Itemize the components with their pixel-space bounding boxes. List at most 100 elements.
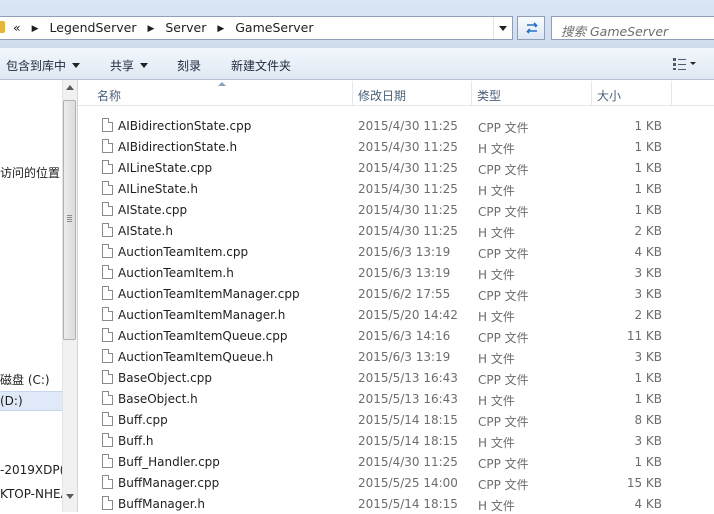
chevron-down-icon [140, 63, 149, 68]
include-in-library-button[interactable]: 包含到库中 [6, 57, 81, 74]
file-row[interactable]: AILineState.cpp 2015/4/30 11:25 CPP 文件 1 KB [78, 157, 714, 178]
nav-item-drive-d[interactable]: (D:) [0, 394, 23, 408]
file-modified-date: 2015/4/30 11:25 [358, 203, 458, 217]
file-row[interactable]: Buff_Handler.cpp 2015/4/30 11:25 CPP 文件 1 K… [78, 451, 714, 472]
file-name: AuctionTeamItemManager.h [118, 308, 286, 322]
column-divider[interactable] [352, 81, 353, 105]
file-type: CPP 文件 [478, 121, 529, 135]
file-size: 8 KB [634, 413, 662, 427]
file-size: 1 KB [634, 392, 662, 406]
file-icon [102, 244, 113, 258]
scroll-up-arrow-icon[interactable] [66, 85, 74, 90]
file-modified-date: 2015/5/13 16:43 [358, 392, 458, 406]
file-type: H 文件 [478, 352, 515, 366]
file-size: 3 KB [634, 266, 662, 280]
file-row[interactable]: AIState.h 2015/4/30 11:25 H 文件 2 KB [78, 220, 714, 241]
file-row[interactable]: BuffManager.cpp 2015/5/25 14:00 CPP 文件 15 K… [78, 472, 714, 493]
file-size: 1 KB [634, 161, 662, 175]
file-row[interactable]: BaseObject.cpp 2015/5/13 16:43 CPP 文件 1 KB [78, 367, 714, 388]
file-type: H 文件 [478, 499, 515, 513]
file-type: CPP 文件 [478, 163, 529, 177]
search-input[interactable]: 搜索 GameServer [561, 21, 668, 40]
nav-scrollbar-thumb[interactable] [63, 100, 76, 340]
address-bar[interactable]: « ▶ LegendServer ▶ Server ▶ GameServer [0, 16, 513, 40]
column-divider[interactable] [471, 81, 472, 105]
file-icon [102, 202, 113, 216]
file-type: CPP 文件 [478, 373, 529, 387]
nav-item-recent-places[interactable]: 访问的位置 [0, 164, 60, 181]
breadcrumb-item[interactable]: Server [165, 20, 206, 35]
file-name: BaseObject.cpp [118, 371, 212, 385]
file-type: CPP 文件 [478, 415, 529, 429]
file-name: AILineState.cpp [118, 161, 213, 175]
share-button[interactable]: 共享 [110, 57, 149, 74]
file-row[interactable]: AIBidirectionState.h 2015/4/30 11:25 H 文件 1… [78, 136, 714, 157]
file-size: 15 KB [626, 476, 662, 490]
file-modified-date: 2015/5/14 18:15 [358, 497, 458, 511]
breadcrumb-item[interactable]: GameServer [235, 20, 313, 35]
file-type: CPP 文件 [478, 247, 529, 261]
new-folder-button[interactable]: 新建文件夹 [231, 57, 291, 74]
breadcrumb-arrow-icon[interactable]: ▶ [147, 24, 154, 34]
file-row[interactable]: AuctionTeamItem.h 2015/6/3 13:19 H 文件 3 KB [78, 262, 714, 283]
nav-item-network-computer-2[interactable]: KTOP-NHEA [0, 487, 69, 501]
file-row[interactable]: BaseObject.h 2015/5/13 16:43 H 文件 1 KB [78, 388, 714, 409]
column-header-size[interactable]: 大小 [597, 87, 621, 104]
file-row[interactable]: AuctionTeamItemQueue.h 2015/6/3 13:19 H 文件… [78, 346, 714, 367]
file-row[interactable]: AILineState.h 2015/4/30 11:25 H 文件 1 KB [78, 178, 714, 199]
address-dropdown-button[interactable] [493, 17, 512, 39]
file-row[interactable]: AIState.cpp 2015/4/30 11:25 CPP 文件 1 KB [78, 199, 714, 220]
file-modified-date: 2015/4/30 11:25 [358, 119, 458, 133]
file-name: Buff_Handler.cpp [118, 455, 220, 469]
breadcrumb-arrow-icon[interactable]: ▶ [217, 24, 224, 34]
file-type: H 文件 [478, 436, 515, 450]
scroll-down-arrow-icon[interactable] [66, 494, 74, 499]
file-size: 2 KB [634, 308, 662, 322]
burn-button[interactable]: 刻录 [177, 57, 201, 74]
file-type: H 文件 [478, 142, 515, 156]
file-row[interactable]: AIBidirectionState.cpp 2015/4/30 11:25 CPP… [78, 115, 714, 136]
file-type: H 文件 [478, 268, 515, 282]
file-size: 11 KB [626, 329, 662, 343]
file-size: 1 KB [634, 182, 662, 196]
column-header-date[interactable]: 修改日期 [358, 87, 406, 104]
column-header-type[interactable]: 类型 [477, 87, 501, 104]
file-row[interactable]: AuctionTeamItem.cpp 2015/6/3 13:19 CPP 文件 4… [78, 241, 714, 262]
file-row[interactable]: BuffManager.h 2015/5/14 18:15 H 文件 4 KB [78, 493, 714, 514]
file-modified-date: 2015/4/30 11:25 [358, 182, 458, 196]
file-icon [102, 307, 113, 321]
file-icon [102, 223, 113, 237]
nav-item-network-computer-1[interactable]: -2019XDP( [0, 463, 64, 477]
file-type: CPP 文件 [478, 478, 529, 492]
navigation-pane [0, 80, 62, 512]
breadcrumb-overflow[interactable]: « [13, 20, 21, 35]
column-header-name[interactable]: 名称 [97, 87, 121, 104]
file-type: H 文件 [478, 394, 515, 408]
file-name: Buff.h [118, 434, 154, 448]
file-modified-date: 2015/4/30 11:25 [358, 161, 458, 175]
breadcrumb-item[interactable]: LegendServer [50, 20, 137, 35]
file-modified-date: 2015/6/2 17:55 [358, 287, 451, 301]
folder-icon [0, 21, 5, 33]
chevron-down-icon [72, 63, 81, 68]
view-options-icon[interactable] [672, 57, 696, 71]
file-icon [102, 412, 113, 426]
file-row[interactable]: AuctionTeamItemManager.cpp 2015/6/2 17:55… [78, 283, 714, 304]
breadcrumb-arrow-icon[interactable]: ▶ [32, 24, 39, 34]
file-icon [102, 391, 113, 405]
file-row[interactable]: AuctionTeamItemManager.h 2015/5/20 14:42 H… [78, 304, 714, 325]
file-row[interactable]: Buff.cpp 2015/5/14 18:15 CPP 文件 8 KB [78, 409, 714, 430]
breadcrumb: « ▶ LegendServer ▶ Server ▶ GameServer [13, 20, 313, 35]
file-modified-date: 2015/4/30 11:25 [358, 224, 458, 238]
file-row[interactable]: AuctionTeamItemQueue.cpp 2015/6/3 14:16 CP… [78, 325, 714, 346]
file-row[interactable]: Buff.h 2015/5/14 18:15 H 文件 3 KB [78, 430, 714, 451]
file-modified-date: 2015/5/13 16:43 [358, 371, 458, 385]
column-divider[interactable] [591, 81, 592, 105]
nav-item-drive-c[interactable]: 磁盘 (C:) [0, 371, 50, 388]
file-name: AIState.h [118, 224, 173, 238]
search-box[interactable]: 搜索 GameServer [551, 16, 714, 40]
file-icon [102, 433, 113, 447]
file-modified-date: 2015/6/3 13:19 [358, 350, 451, 364]
column-divider[interactable] [671, 81, 672, 105]
refresh-button[interactable] [517, 16, 545, 40]
